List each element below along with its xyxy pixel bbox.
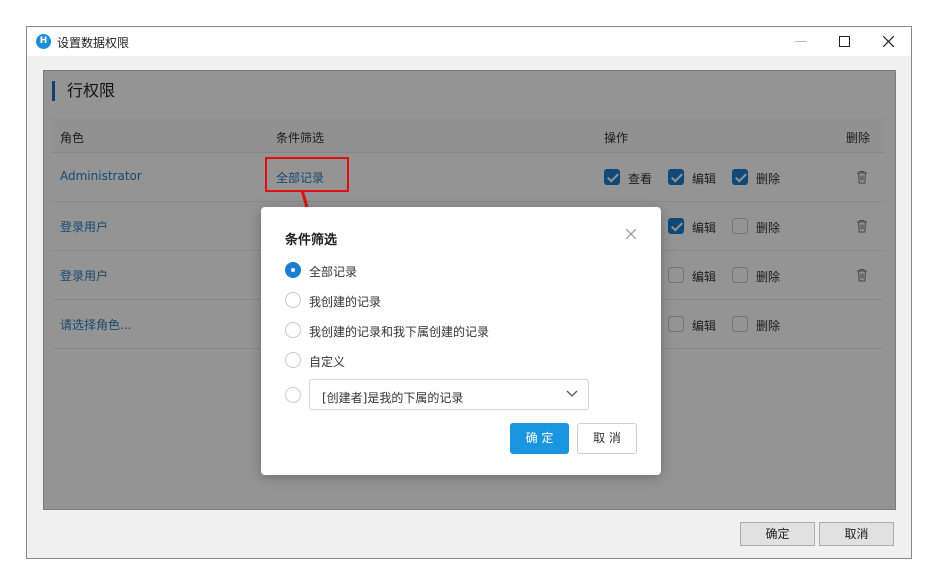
window-title: 设置数据权限 — [57, 36, 130, 50]
highlight-box — [265, 157, 349, 192]
radio-button[interactable] — [285, 292, 301, 308]
radio-button[interactable] — [285, 352, 301, 368]
dialog-title: 条件筛选 — [285, 233, 338, 248]
condition-filter-dialog: 条件筛选 全部记录 我创建的记录 我创建的记录和我下属创建的记录 自定义 [创建… — [261, 207, 661, 475]
radio-button[interactable] — [285, 262, 301, 278]
title-bar: H 设置数据权限 — [27, 27, 911, 56]
chevron-down-icon — [566, 390, 578, 397]
minimize-icon — [795, 41, 806, 42]
preset-filter-select[interactable]: [创建者]是我的下属的记录 — [309, 379, 589, 410]
option-label: 我创建的记录和我下属创建的记录 — [309, 325, 490, 339]
maximize-button[interactable] — [823, 27, 867, 56]
radio-button[interactable] — [285, 322, 301, 338]
option-label: 全部记录 — [309, 265, 358, 279]
app-logo-icon: H — [36, 34, 51, 49]
close-window-button[interactable] — [867, 27, 911, 56]
cancel-button[interactable]: 取消 — [819, 522, 894, 546]
close-icon — [883, 36, 894, 47]
select-value: [创建者]是我的下属的记录 — [322, 391, 464, 405]
dialog-cancel-button[interactable]: 取 消 — [577, 423, 637, 454]
ok-button[interactable]: 确定 — [740, 522, 815, 546]
close-icon[interactable] — [626, 229, 636, 239]
option-label: 自定义 — [309, 355, 346, 369]
radio-button[interactable] — [285, 387, 301, 403]
minimize-button[interactable] — [779, 27, 823, 56]
dialog-ok-button[interactable]: 确 定 — [510, 423, 569, 454]
option-label: 我创建的记录 — [309, 295, 382, 309]
maximize-icon — [839, 36, 850, 47]
